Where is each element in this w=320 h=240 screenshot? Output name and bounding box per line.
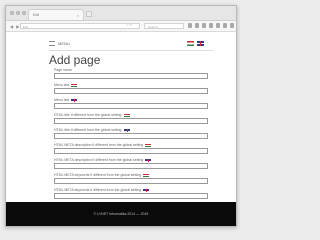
url-text: Edit [23, 25, 29, 29]
share-icon[interactable] [209, 23, 213, 28]
back-forward-icons[interactable]: ◀ ▶ [10, 24, 20, 29]
footer: © LYNET Informatika 2014 — 2015 [6, 202, 236, 226]
bookmarks-icon[interactable] [188, 23, 192, 28]
toolbar-icons [188, 23, 234, 28]
downloads-icon[interactable] [195, 23, 199, 28]
bookmark-reload-icons[interactable]: ☆ ⟳ [126, 23, 132, 27]
new-tab-button[interactable] [86, 11, 92, 17]
menu-button[interactable]: MENU [49, 41, 70, 47]
header-divider [49, 50, 213, 51]
field-label: HTML META description if different from … [54, 158, 152, 162]
tab-label: Edit [33, 13, 40, 17]
text-field[interactable] [54, 118, 208, 124]
uk-flag-icon [145, 158, 152, 162]
uk-flag-icon [71, 98, 78, 102]
page-title: Add page [49, 53, 101, 67]
search-placeholder: Search [148, 25, 158, 29]
hungary-flag-icon [71, 83, 78, 87]
field-label-text: Page name [54, 68, 72, 72]
text-field[interactable] [54, 73, 208, 79]
field-label: HTML title if different from the global … [54, 128, 130, 132]
uk-flag-icon[interactable] [197, 41, 204, 46]
field-label: HTML META description if different from … [54, 143, 152, 147]
field-label: Page name [54, 68, 72, 72]
text-field[interactable] [54, 133, 208, 139]
page-content: MENU Add page Page name Menu text Menu tex… [6, 32, 236, 226]
hungary-flag-icon [123, 113, 130, 117]
field-label: HTML META keywords if different from the… [54, 188, 150, 192]
browser-toolbar: ◀ ▶ Edit ☆ ⟳ Search [6, 21, 236, 32]
text-field[interactable] [54, 148, 208, 154]
text-field[interactable] [54, 163, 208, 169]
maximize-window-button[interactable] [22, 11, 26, 15]
footer-text: © LYNET Informatika 2014 — 2015 [93, 212, 149, 216]
hungary-flag-icon[interactable] [187, 41, 194, 46]
field-label-text: HTML title if different from the global … [54, 113, 122, 117]
minimize-window-button[interactable] [16, 11, 20, 15]
hungary-flag-icon [143, 173, 150, 177]
uk-flag-icon [123, 128, 130, 132]
field-label: HTML META keywords if different from the… [54, 173, 150, 177]
text-field[interactable] [54, 178, 208, 184]
hungary-flag-icon [145, 143, 152, 147]
chat-icon[interactable] [223, 23, 227, 28]
field-label: Menu text [54, 83, 78, 87]
extension-icon[interactable] [216, 23, 220, 28]
title-bar: Edit × [6, 6, 236, 21]
field-label-text: HTML META keywords if different from the… [54, 173, 142, 177]
field-label: Menu text [54, 98, 78, 102]
menu-label: MENU [58, 41, 70, 46]
field-label-text: HTML META description if different from … [54, 158, 144, 162]
close-window-button[interactable] [10, 11, 14, 15]
field-label-text: HTML META keywords if different from the… [54, 188, 142, 192]
address-bar[interactable]: Edit [20, 23, 140, 29]
hamburger-icon [49, 41, 55, 47]
browser-tab[interactable]: Edit × [28, 9, 84, 20]
uk-flag-icon [143, 188, 150, 192]
home-icon[interactable] [202, 23, 206, 28]
language-switcher [187, 41, 204, 46]
search-input[interactable]: Search [144, 23, 184, 29]
field-label-text: HTML META description if different from … [54, 143, 144, 147]
window-controls [10, 11, 26, 15]
field-label-text: Menu text [54, 98, 70, 102]
text-field[interactable] [54, 193, 208, 199]
browser-window: Edit × ◀ ▶ Edit ☆ ⟳ Search MENU Add page… [5, 5, 237, 227]
field-label-text: Menu text [54, 83, 70, 87]
menu-icon[interactable] [230, 23, 234, 28]
field-label: HTML title if different from the global … [54, 113, 130, 117]
field-label-text: HTML title if different from the global … [54, 128, 122, 132]
text-field[interactable] [54, 88, 208, 94]
tab-close-icon[interactable]: × [77, 13, 79, 18]
text-field[interactable] [54, 103, 208, 109]
